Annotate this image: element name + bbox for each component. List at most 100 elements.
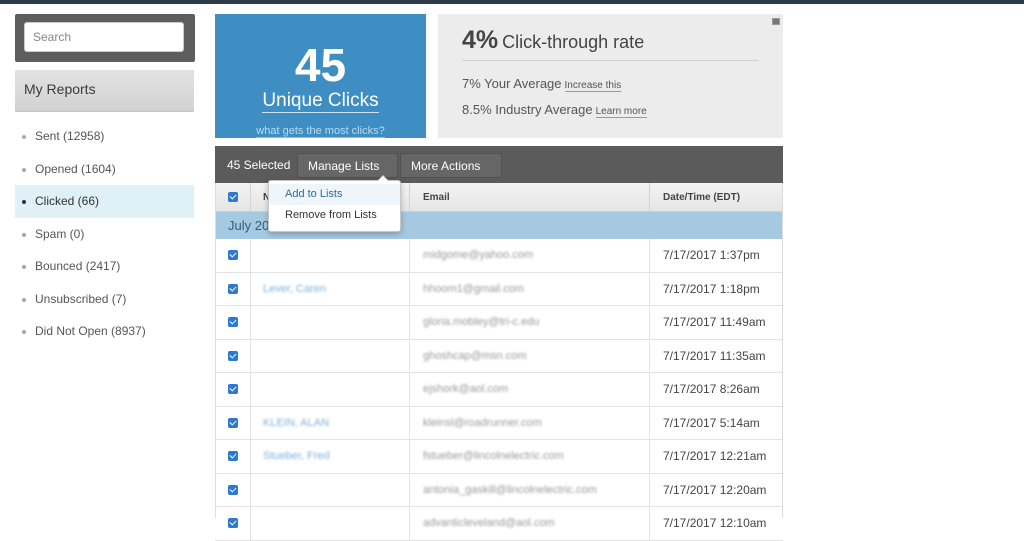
column-divider	[250, 183, 251, 211]
click-date: 7/17/2017 1:37pm	[663, 248, 760, 262]
bullet-icon	[22, 232, 26, 237]
reports-list: Sent (12958) Opened (1604) Clicked (66) …	[15, 120, 194, 348]
ctr-label: Click-through rate	[502, 32, 645, 52]
row-checkbox[interactable]	[228, 317, 238, 327]
click-date: 7/17/2017 8:26am	[663, 382, 760, 396]
column-divider	[250, 272, 251, 305]
industry-average-row: 8.5% Industry Average Learn more	[462, 102, 647, 118]
sidebar-item-label: Did Not Open (8937)	[35, 324, 146, 338]
click-date: 7/17/2017 1:18pm	[663, 281, 760, 296]
column-divider	[409, 406, 410, 439]
row-checkbox[interactable]	[228, 451, 238, 461]
sidebar-item-did-not-open[interactable]: Did Not Open (8937)	[15, 315, 194, 348]
bulk-action-toolbar: 45 Selected Manage Lists More Actions	[215, 146, 783, 193]
table-row[interactable]: ejshork@aol.com 7/17/2017 8:26am	[215, 373, 783, 407]
column-divider	[649, 473, 650, 506]
more-actions-label: More Actions	[411, 159, 481, 173]
contact-email: ghoshcap@msn.com	[423, 349, 527, 362]
click-date: 7/17/2017 5:14am	[663, 415, 760, 430]
learn-more-link[interactable]: Learn more	[595, 106, 647, 118]
column-divider	[409, 507, 410, 540]
column-divider	[409, 373, 410, 406]
column-divider	[250, 473, 251, 506]
sidebar-item-label: Bounced (2417)	[35, 259, 121, 273]
sidebar-item-spam[interactable]: Spam (0)	[15, 218, 194, 251]
unique-clicks-card: 45 Unique Clicks what gets the most clic…	[215, 14, 426, 138]
top-bar	[0, 0, 1024, 4]
bullet-icon	[22, 265, 26, 269]
row-checkbox[interactable]	[228, 250, 238, 260]
contact-email: midgome@yahoo.com	[423, 249, 534, 261]
contacts-table: N Email Date/Time (EDT) July 20 midgome@…	[215, 183, 783, 541]
column-divider	[649, 306, 650, 339]
increase-link[interactable]: Increase this	[564, 80, 622, 92]
contact-email: kleinsl@roadrunner.com	[423, 416, 542, 429]
sidebar-item-sent[interactable]: Sent (12958)	[15, 120, 194, 153]
table-row[interactable]: antonia_gaskill@lincolnelectric.com 7/17…	[215, 473, 783, 507]
contact-name[interactable]: KLEIN, ALAN	[263, 417, 329, 429]
most-clicks-link[interactable]: what gets the most clicks?	[256, 125, 385, 138]
column-divider	[649, 507, 650, 540]
table-row[interactable]: advanticleveland@aol.com 7/17/2017 12:10…	[215, 507, 783, 541]
more-actions-button[interactable]: More Actions	[400, 153, 502, 193]
manage-lists-menu: Add to Lists Remove from Lists	[268, 175, 401, 232]
column-divider	[649, 440, 650, 473]
column-divider	[409, 183, 410, 211]
contact-email: fstueber@lincolnelectric.com	[423, 450, 564, 462]
contact-email: ejshork@aol.com	[423, 383, 509, 395]
sidebar-item-label: Sent (12958)	[35, 129, 105, 143]
column-divider	[250, 339, 251, 372]
column-divider	[649, 406, 650, 439]
sidebar-item-bounced[interactable]: Bounced (2417)	[15, 250, 194, 283]
bullet-icon	[22, 135, 26, 139]
add-to-lists-item[interactable]: Add to Lists	[269, 184, 400, 205]
sidebar-item-opened[interactable]: Opened (1604)	[15, 153, 194, 186]
column-divider	[649, 183, 650, 211]
menu-caret-icon	[377, 175, 389, 181]
row-checkbox[interactable]	[228, 518, 238, 528]
column-divider	[649, 373, 650, 406]
contact-email: gloria.mobley@tri-c.edu	[423, 316, 540, 328]
column-divider	[250, 507, 251, 540]
unique-clicks-count: 45	[294, 39, 347, 91]
divider	[462, 60, 758, 61]
select-all-checkbox[interactable]	[228, 192, 238, 202]
reports-header: My Reports	[15, 70, 194, 112]
remove-from-lists-item[interactable]: Remove from Lists	[269, 205, 400, 226]
click-through-card: 4% Click-through rate 7% Your Average Incr…	[438, 14, 783, 138]
row-checkbox[interactable]	[228, 384, 238, 394]
row-checkbox[interactable]	[228, 484, 238, 495]
click-date: 7/17/2017 12:10am	[663, 516, 767, 530]
contact-name[interactable]: Lever, Caren	[263, 283, 326, 295]
sidebar-item-unsubscribed[interactable]: Unsubscribed (7)	[15, 283, 194, 316]
table-row[interactable]: ghoshcap@msn.com 7/17/2017 11:35am	[215, 339, 783, 373]
email-column-header[interactable]: Email	[423, 192, 450, 203]
sidebar-item-clicked[interactable]: Clicked (66)	[15, 185, 194, 218]
industry-average: 8.5% Industry Average	[462, 102, 593, 117]
column-divider	[250, 406, 251, 439]
table-row[interactable]: Stueber, Fred fstueber@lincolnelectric.c…	[215, 440, 783, 474]
table-row[interactable]: Lever, Caren hhoom1@gmail.com 7/17/2017 …	[215, 272, 783, 306]
minimize-icon[interactable]	[772, 18, 780, 25]
table-row[interactable]: midgome@yahoo.com 7/17/2017 1:37pm	[215, 239, 783, 273]
ctr-heading: 4% Click-through rate	[462, 26, 644, 55]
sidebar-item-label: Opened (1604)	[35, 161, 116, 176]
contact-name[interactable]: Stueber, Fred	[263, 450, 330, 462]
row-checkbox[interactable]	[228, 350, 238, 361]
search-input[interactable]	[24, 22, 184, 52]
date-column-header[interactable]: Date/Time (EDT)	[663, 192, 740, 203]
row-checkbox[interactable]	[228, 283, 238, 294]
click-date: 7/17/2017 12:21am	[663, 449, 767, 463]
table-row[interactable]: gloria.mobley@tri-c.edu 7/17/2017 11:49a…	[215, 306, 783, 340]
column-divider	[649, 272, 650, 305]
date-group-label: July 20	[228, 218, 270, 233]
manage-lists-label: Manage Lists	[308, 159, 380, 173]
row-checkbox[interactable]	[228, 417, 238, 428]
sidebar-item-label: Clicked (66)	[35, 194, 100, 208]
column-divider	[649, 239, 650, 272]
column-divider	[250, 306, 251, 339]
click-date: 7/17/2017 11:49am	[663, 315, 766, 329]
column-divider	[250, 373, 251, 406]
table-row[interactable]: KLEIN, ALAN kleinsl@roadrunner.com 7/17/…	[215, 406, 783, 440]
contact-email: advanticleveland@aol.com	[423, 517, 555, 529]
